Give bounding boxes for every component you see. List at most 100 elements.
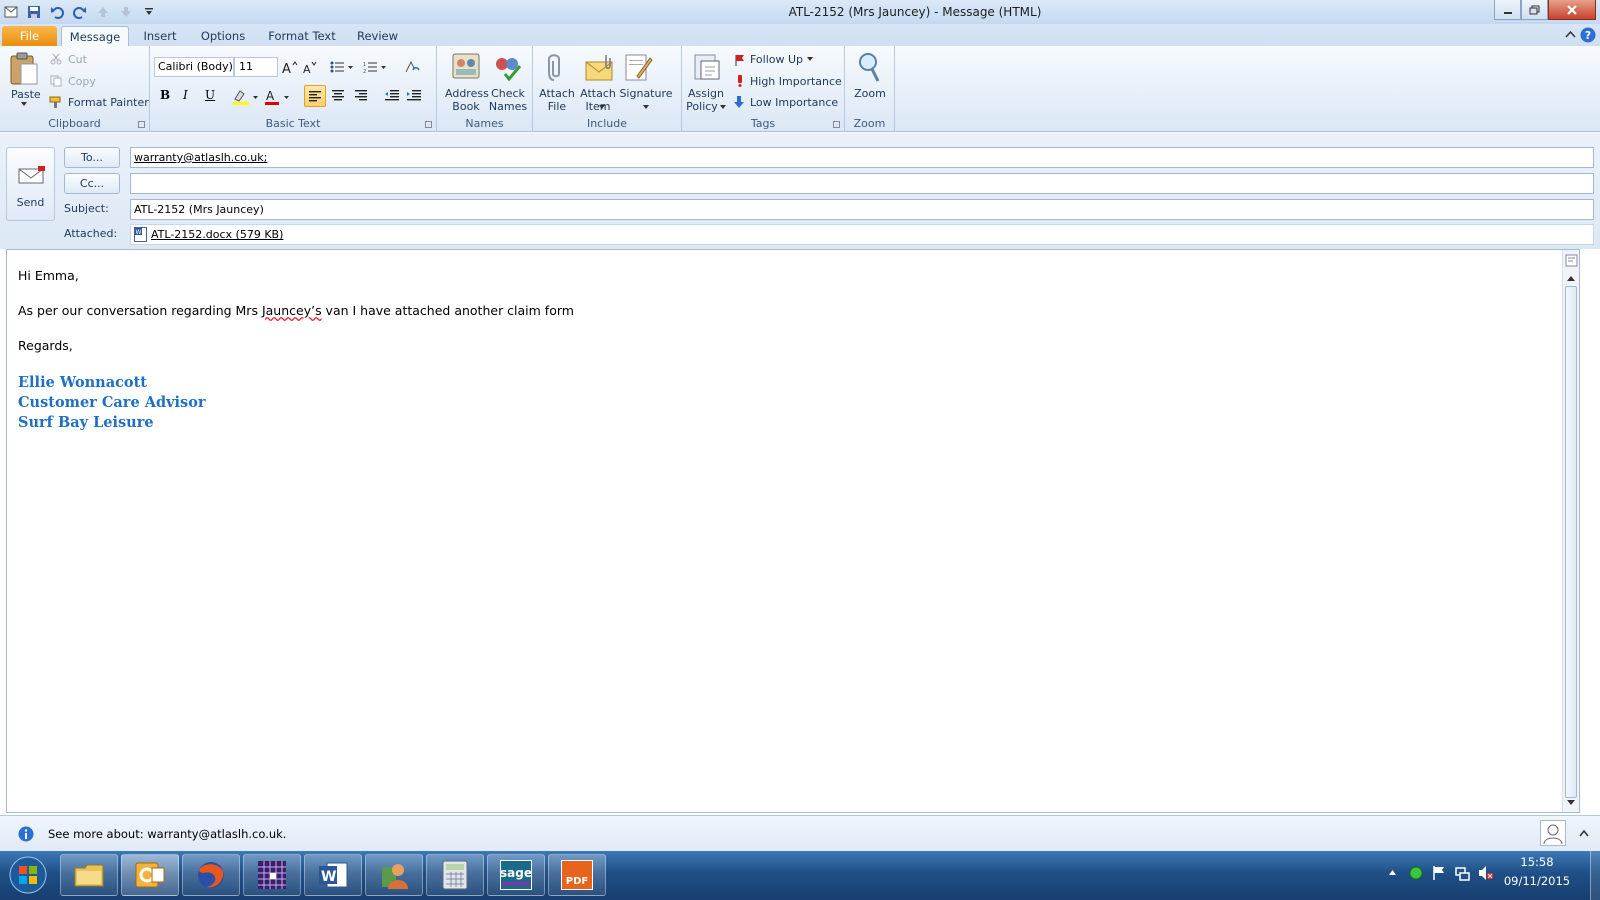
to-recipient[interactable]: warranty@atlaslh.co.uk; bbox=[134, 151, 267, 164]
align-left-button[interactable] bbox=[304, 85, 326, 107]
tab-message[interactable]: Message bbox=[61, 26, 129, 47]
low-importance-button[interactable]: Low Importance bbox=[750, 96, 838, 109]
grow-font-icon[interactable]: A bbox=[282, 60, 298, 74]
assign-policy-icon[interactable] bbox=[692, 52, 722, 82]
tab-options[interactable]: Options bbox=[198, 26, 248, 47]
misspelled-word[interactable]: Jauncey’s bbox=[262, 303, 322, 318]
taskbar-outlook[interactable] bbox=[121, 854, 179, 896]
shrink-font-icon[interactable]: A bbox=[302, 60, 318, 74]
cc-field[interactable] bbox=[130, 173, 1594, 194]
taskbar-grid-app[interactable] bbox=[243, 854, 301, 896]
people-pane-text[interactable]: See more about: warranty@atlaslh.co.uk. bbox=[48, 827, 286, 841]
person-icon bbox=[1543, 824, 1563, 845]
subject-field[interactable]: ATL-2152 (Mrs Jauncey) bbox=[130, 199, 1594, 220]
ruler-toggle-icon[interactable] bbox=[1565, 254, 1578, 267]
ribbon-tab-row: File Message Insert Options Format Text … bbox=[0, 24, 1600, 47]
to-field[interactable]: warranty@atlaslh.co.uk; bbox=[130, 147, 1594, 168]
taskbar-contacts-app[interactable] bbox=[365, 854, 423, 896]
tab-review[interactable]: Review bbox=[355, 26, 400, 47]
check-names-label-2[interactable]: Names bbox=[487, 100, 529, 113]
font-color-icon[interactable]: A bbox=[264, 89, 292, 105]
zoom-button[interactable]: Zoom bbox=[845, 87, 895, 100]
paperclip-icon[interactable] bbox=[547, 52, 567, 82]
help-icon[interactable]: ? bbox=[1580, 27, 1596, 43]
show-desktop-button[interactable] bbox=[1590, 851, 1600, 900]
paste-icon[interactable] bbox=[8, 52, 40, 86]
decrease-indent-icon[interactable] bbox=[384, 88, 400, 102]
increase-indent-icon[interactable] bbox=[406, 88, 422, 102]
expand-pane-icon[interactable] bbox=[1579, 829, 1589, 837]
underline-button[interactable]: U bbox=[205, 88, 215, 102]
paste-button[interactable]: Paste bbox=[11, 88, 41, 101]
follow-up-button[interactable]: Follow Up bbox=[750, 53, 803, 66]
align-center-icon[interactable] bbox=[330, 88, 346, 102]
assign-policy-dropdown-icon[interactable] bbox=[720, 105, 726, 109]
scroll-down-icon[interactable] bbox=[1566, 799, 1576, 807]
tab-format-text[interactable]: Format Text bbox=[266, 26, 338, 47]
minimize-button[interactable] bbox=[1494, 0, 1521, 20]
bold-button[interactable]: B bbox=[160, 88, 170, 102]
styles-icon[interactable] bbox=[404, 60, 420, 74]
show-hidden-icons-icon[interactable] bbox=[1388, 869, 1397, 876]
address-book-label-1[interactable]: Address bbox=[445, 87, 489, 100]
highlight-icon[interactable] bbox=[232, 89, 260, 105]
taskbar-firefox[interactable] bbox=[182, 854, 240, 896]
scroll-up-icon[interactable] bbox=[1566, 274, 1576, 282]
restore-button[interactable] bbox=[1521, 0, 1548, 20]
network-icon[interactable] bbox=[1455, 865, 1471, 881]
send-button[interactable]: Send bbox=[6, 147, 55, 221]
taskbar-word[interactable]: W bbox=[304, 854, 362, 896]
close-button[interactable] bbox=[1548, 0, 1596, 20]
signature-dropdown-icon[interactable] bbox=[643, 105, 649, 109]
taskbar-calculator[interactable] bbox=[426, 854, 484, 896]
assign-policy-label-1[interactable]: Assign bbox=[684, 87, 728, 100]
attach-item-label-2[interactable]: Item bbox=[574, 100, 622, 113]
check-names-label-1[interactable]: Check bbox=[487, 87, 529, 100]
zoom-group-label: Zoom bbox=[853, 117, 886, 130]
format-painter-button[interactable]: Format Painter bbox=[68, 96, 149, 109]
signature-icon[interactable] bbox=[623, 52, 653, 82]
align-right-icon[interactable] bbox=[353, 88, 369, 102]
tab-file[interactable]: File bbox=[2, 26, 57, 47]
status-green-icon[interactable] bbox=[1409, 866, 1423, 880]
font-name-select[interactable]: Calibri (Body) bbox=[154, 57, 234, 77]
vertical-scrollbar[interactable] bbox=[1562, 250, 1579, 812]
start-button[interactable] bbox=[4, 853, 52, 897]
follow-up-flag-icon bbox=[734, 54, 746, 66]
bullets-icon[interactable] bbox=[330, 61, 354, 73]
tags-launcher-icon[interactable] bbox=[833, 121, 840, 128]
italic-button[interactable]: I bbox=[183, 88, 188, 102]
taskbar-sage[interactable]: sage bbox=[487, 854, 545, 896]
cc-button[interactable]: Cc... bbox=[64, 173, 120, 194]
font-size-select[interactable]: 11 bbox=[234, 57, 278, 77]
message-body[interactable]: Hi Emma, As per our conversation regardi… bbox=[6, 249, 1580, 813]
minimize-ribbon-icon[interactable] bbox=[1565, 29, 1576, 39]
contact-photo[interactable] bbox=[1540, 820, 1566, 846]
action-center-flag-icon[interactable] bbox=[1432, 865, 1446, 881]
attach-item-icon[interactable] bbox=[584, 54, 616, 82]
assign-policy-label-2[interactable]: Policy bbox=[684, 100, 720, 113]
cut-button[interactable]: Cut bbox=[68, 53, 87, 66]
high-importance-button[interactable]: High Importance bbox=[750, 75, 842, 88]
magnifier-icon[interactable] bbox=[856, 51, 884, 83]
to-button[interactable]: To... bbox=[64, 147, 120, 168]
scroll-thumb[interactable] bbox=[1565, 286, 1577, 798]
volume-muted-icon[interactable] bbox=[1478, 865, 1494, 881]
signature-button[interactable]: Signature bbox=[614, 87, 678, 100]
clipboard-launcher-icon[interactable] bbox=[138, 121, 145, 128]
tab-insert[interactable]: Insert bbox=[140, 26, 180, 47]
taskbar-file-explorer[interactable] bbox=[60, 854, 118, 896]
font-launcher-icon[interactable] bbox=[425, 121, 432, 128]
attachment-link[interactable]: ATL-2152.docx (579 KB) bbox=[151, 225, 283, 244]
address-book-icon[interactable] bbox=[451, 52, 481, 82]
address-book-label-2[interactable]: Book bbox=[445, 100, 487, 113]
clock-time[interactable]: 15:58 bbox=[1500, 855, 1574, 869]
check-names-icon[interactable] bbox=[493, 52, 523, 82]
paste-dropdown-icon[interactable] bbox=[21, 102, 27, 106]
follow-up-dropdown-icon[interactable] bbox=[807, 57, 813, 61]
taskbar-pdf-app[interactable]: PDF bbox=[548, 854, 606, 896]
numbering-icon[interactable]: 12 bbox=[363, 61, 387, 73]
clock-date[interactable]: 09/11/2015 bbox=[1500, 874, 1574, 888]
attach-item-dropdown-icon[interactable] bbox=[599, 105, 605, 109]
copy-button[interactable]: Copy bbox=[68, 75, 96, 88]
